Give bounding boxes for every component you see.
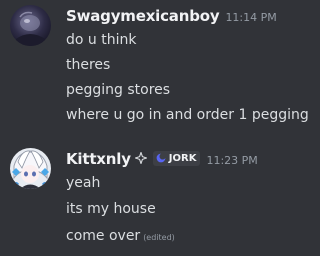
username[interactable]: Kittxnly [66,150,131,168]
sparkle-diamond-icon [134,152,147,164]
guild-tag[interactable]: JORK [152,150,201,166]
message-header: Kittxnly JORK 11:23 PM [66,150,258,168]
message-line: yeah [66,175,101,191]
message-line: come over (edited) [66,228,175,244]
timestamp[interactable]: 11:14 PM [225,11,276,24]
username[interactable]: Swagymexicanboy [66,7,220,25]
avatar[interactable] [10,148,51,189]
message-line: its my house [66,201,156,217]
message-line: do u think [66,32,137,48]
message-text: come over [66,228,141,244]
timestamp[interactable]: 11:23 PM [206,154,257,167]
avatar-image [10,148,51,189]
avatar-image [10,5,51,46]
guild-tag-label: JORK [168,152,197,164]
message-header: Swagymexicanboy 11:14 PM [66,7,277,25]
message-line: pegging stores [66,82,171,98]
edited-label: (edited) [143,233,175,242]
chat-messages: Swagymexicanboy 11:14 PM do u think ther… [0,0,311,256]
guild-tag-icon [156,153,166,163]
message-line: where u go in and order 1 pegging [66,107,309,123]
message-line: theres [66,57,111,73]
avatar[interactable] [10,5,51,46]
